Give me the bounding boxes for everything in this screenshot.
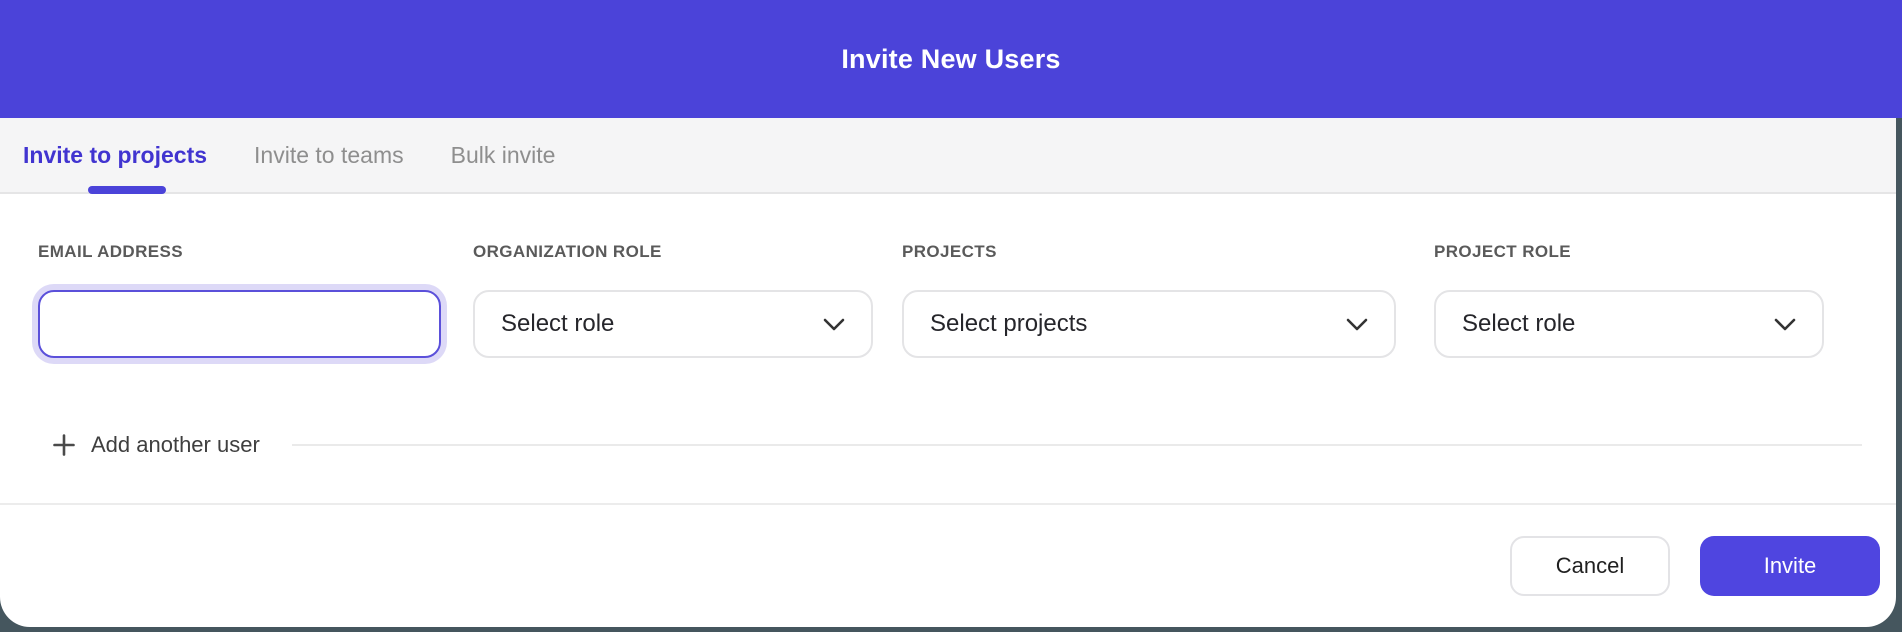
cancel-button[interactable]: Cancel [1510, 536, 1670, 596]
add-another-user-label: Add another user [91, 432, 260, 458]
project-role-selected-value: Select role [1462, 310, 1575, 338]
dialog-header: Invite New Users [0, 0, 1902, 118]
active-tab-indicator [88, 186, 166, 194]
chevron-down-icon [1346, 318, 1368, 331]
modal-footer: Cancel Invite [0, 503, 1896, 627]
row-divider [292, 444, 1862, 446]
chevron-down-icon [1774, 318, 1796, 331]
email-field-group: EMAIL ADDRESS [38, 242, 441, 358]
organization-role-selected-value: Select role [501, 310, 614, 338]
tab-bulk-invite[interactable]: Bulk invite [451, 142, 556, 169]
organization-role-label: ORGANIZATION ROLE [473, 242, 873, 260]
invite-button[interactable]: Invite [1700, 536, 1880, 596]
invite-form: EMAIL ADDRESS ORGANIZATION ROLE Select r… [0, 194, 1896, 503]
project-role-select[interactable]: Select role [1434, 290, 1824, 358]
email-address-label: EMAIL ADDRESS [38, 242, 441, 260]
organization-role-field-group: ORGANIZATION ROLE Select role [473, 242, 873, 358]
user-invite-row: EMAIL ADDRESS ORGANIZATION ROLE Select r… [38, 242, 1896, 358]
projects-field-group: PROJECTS Select projects [902, 242, 1396, 358]
tab-invite-to-teams[interactable]: Invite to teams [254, 142, 404, 169]
add-another-user-row: Add another user [38, 432, 1896, 458]
project-role-label: PROJECT ROLE [1434, 242, 1824, 260]
project-role-field-group: PROJECT ROLE Select role [1434, 242, 1824, 358]
tab-bar: Invite to projects Invite to teams Bulk … [0, 118, 1896, 194]
email-address-input[interactable] [38, 290, 441, 358]
plus-icon [53, 434, 75, 456]
tab-invite-to-projects[interactable]: Invite to projects [23, 142, 207, 169]
organization-role-select[interactable]: Select role [473, 290, 873, 358]
dialog-title: Invite New Users [841, 44, 1060, 75]
chevron-down-icon [823, 318, 845, 331]
projects-select[interactable]: Select projects [902, 290, 1396, 358]
add-another-user-button[interactable]: Add another user [38, 432, 260, 458]
projects-label: PROJECTS [902, 242, 1396, 260]
invite-modal-body: Invite to projects Invite to teams Bulk … [0, 118, 1896, 627]
projects-selected-value: Select projects [930, 310, 1087, 338]
